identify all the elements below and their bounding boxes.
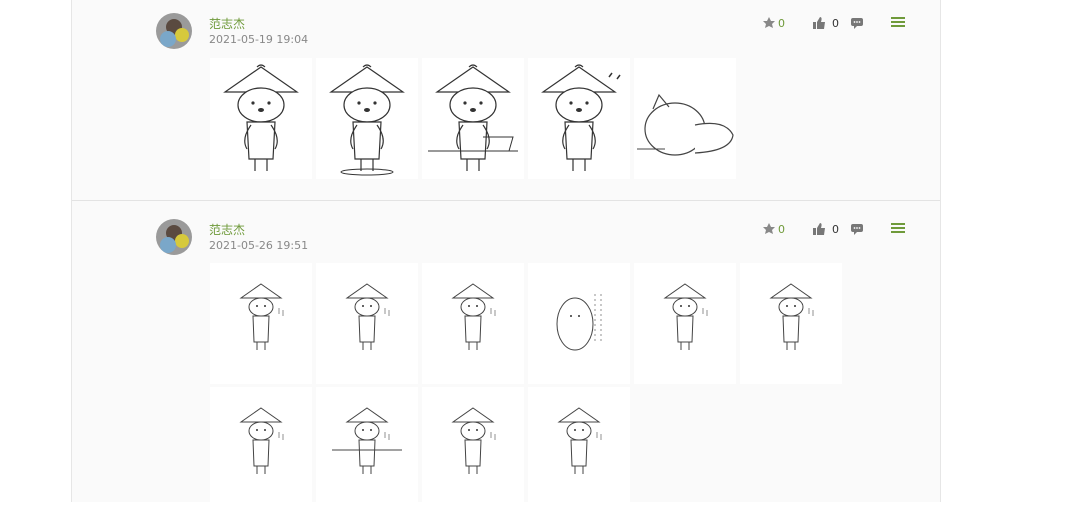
like-button[interactable]: 0 [812,16,839,30]
avatar[interactable] [156,219,192,255]
gift-count: 0 [778,222,785,236]
image-grid [210,263,850,508]
shiba-sticker[interactable] [422,263,524,384]
post: 范志杰 2021-05-19 19:04 0 0 [72,0,940,201]
shiba-laptop-sticker[interactable] [422,58,524,179]
comment-button[interactable] [850,222,864,236]
avatar[interactable] [156,13,192,49]
shiba-waving-sticker[interactable] [210,58,312,179]
shiba-guitar-sticker[interactable] [528,58,630,179]
author-name[interactable]: 范志杰 [209,15,245,32]
like-button[interactable]: 0 [812,222,839,236]
author-name[interactable]: 范志杰 [209,221,245,238]
gift-icon [763,17,775,28]
feed-column: 范志杰 2021-05-19 19:04 0 0 范志杰 2021-05-26 … [71,0,941,508]
shiba-skateboard-sticker[interactable] [316,58,418,179]
comment-icon [851,18,863,29]
shiba-sleeping-sticker[interactable] [634,58,736,179]
shiba-sticker[interactable] [422,387,524,508]
menu-button[interactable] [891,222,905,234]
hamburger-menu-icon [891,223,905,233]
thumbs-up-icon [813,17,825,29]
gift-icon [763,223,775,234]
menu-button[interactable] [891,16,905,28]
shiba-blob-sticker[interactable] [528,263,630,384]
shiba-sticker[interactable] [740,263,842,384]
gift-button[interactable]: 0 [762,222,785,236]
shiba-sticker[interactable] [316,263,418,384]
post-timestamp: 2021-05-26 19:51 [209,239,309,252]
shiba-table-sticker[interactable] [316,387,418,508]
post-timestamp: 2021-05-19 19:04 [209,33,309,46]
shiba-sticker[interactable] [210,387,312,508]
shiba-sticker[interactable] [528,387,630,508]
gift-button[interactable]: 0 [762,16,785,30]
like-count: 0 [832,222,839,236]
comment-button[interactable] [850,16,864,30]
gift-count: 0 [778,16,785,30]
comment-icon [851,224,863,235]
like-count: 0 [832,16,839,30]
hamburger-menu-icon [891,17,905,27]
thumbs-up-icon [813,223,825,235]
shiba-sticker[interactable] [634,263,736,384]
shiba-sticker[interactable] [210,263,312,384]
image-grid [210,58,850,179]
post: 范志杰 2021-05-26 19:51 0 0 [72,201,940,508]
